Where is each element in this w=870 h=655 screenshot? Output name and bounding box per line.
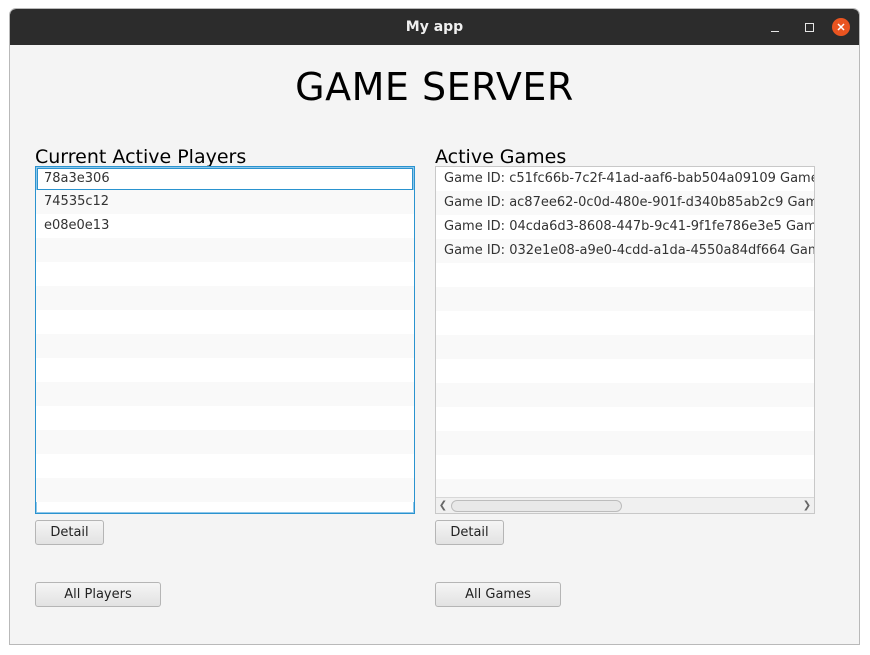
list-item bbox=[436, 311, 814, 335]
list-item bbox=[36, 454, 414, 478]
list-item[interactable]: 74535c12 bbox=[36, 190, 414, 214]
game-detail-button[interactable]: Detail bbox=[435, 520, 504, 545]
games-rows: Game ID: c51fc66b-7c2f-41ad-aaf6-bab504a… bbox=[436, 167, 814, 503]
app-window: My app GAME SERVER Current Active Player… bbox=[9, 8, 860, 645]
list-item bbox=[436, 383, 814, 407]
list-item bbox=[36, 334, 414, 358]
list-item bbox=[36, 358, 414, 382]
scroll-left-icon[interactable]: ❮ bbox=[436, 498, 450, 513]
games-list[interactable]: Game ID: c51fc66b-7c2f-41ad-aaf6-bab504a… bbox=[435, 166, 815, 514]
list-item bbox=[36, 238, 414, 262]
list-item bbox=[436, 287, 814, 311]
list-item bbox=[436, 335, 814, 359]
maximize-button[interactable] bbox=[798, 16, 820, 38]
games-label: Active Games bbox=[435, 146, 567, 168]
all-games-button[interactable]: All Games bbox=[435, 582, 561, 607]
list-item bbox=[36, 406, 414, 430]
list-item bbox=[436, 359, 814, 383]
list-item[interactable]: Game ID: 04cda6d3-8608-447b-9c41-9f1fe78… bbox=[436, 215, 814, 239]
list-item[interactable]: e08e0e13 bbox=[36, 214, 414, 238]
list-item bbox=[36, 382, 414, 406]
close-button[interactable] bbox=[832, 18, 850, 36]
players-list[interactable]: 78a3e306 74535c12 e08e0e13 bbox=[35, 166, 415, 514]
list-item bbox=[436, 455, 814, 479]
list-item bbox=[36, 430, 414, 454]
list-item[interactable]: Game ID: c51fc66b-7c2f-41ad-aaf6-bab504a… bbox=[436, 167, 814, 191]
list-item[interactable]: Game ID: ac87ee62-0c0d-480e-901f-d340b85… bbox=[436, 191, 814, 215]
player-detail-button[interactable]: Detail bbox=[35, 520, 104, 545]
scroll-right-icon[interactable]: ❯ bbox=[800, 498, 814, 513]
players-label: Current Active Players bbox=[35, 146, 247, 168]
page-title: GAME SERVER bbox=[295, 65, 574, 109]
close-icon bbox=[837, 23, 845, 31]
list-item bbox=[36, 262, 414, 286]
horizontal-scrollbar[interactable]: ❮ ❯ bbox=[436, 497, 814, 513]
title-bar[interactable]: My app bbox=[10, 9, 859, 45]
scrollbar-thumb[interactable] bbox=[451, 500, 622, 512]
list-item bbox=[436, 431, 814, 455]
list-item bbox=[36, 478, 414, 502]
list-item bbox=[436, 407, 814, 431]
maximize-icon bbox=[804, 22, 814, 32]
list-item[interactable]: 78a3e306 bbox=[37, 168, 413, 190]
list-item bbox=[36, 310, 414, 334]
window-title: My app bbox=[405, 19, 464, 35]
list-item bbox=[36, 286, 414, 310]
minimize-button[interactable] bbox=[764, 16, 786, 38]
list-item[interactable]: Game ID: 032e1e08-a9e0-4cdd-a1da-4550a84… bbox=[436, 239, 814, 263]
list-item bbox=[436, 263, 814, 287]
all-players-button[interactable]: All Players bbox=[35, 582, 161, 607]
minimize-icon bbox=[771, 30, 779, 32]
